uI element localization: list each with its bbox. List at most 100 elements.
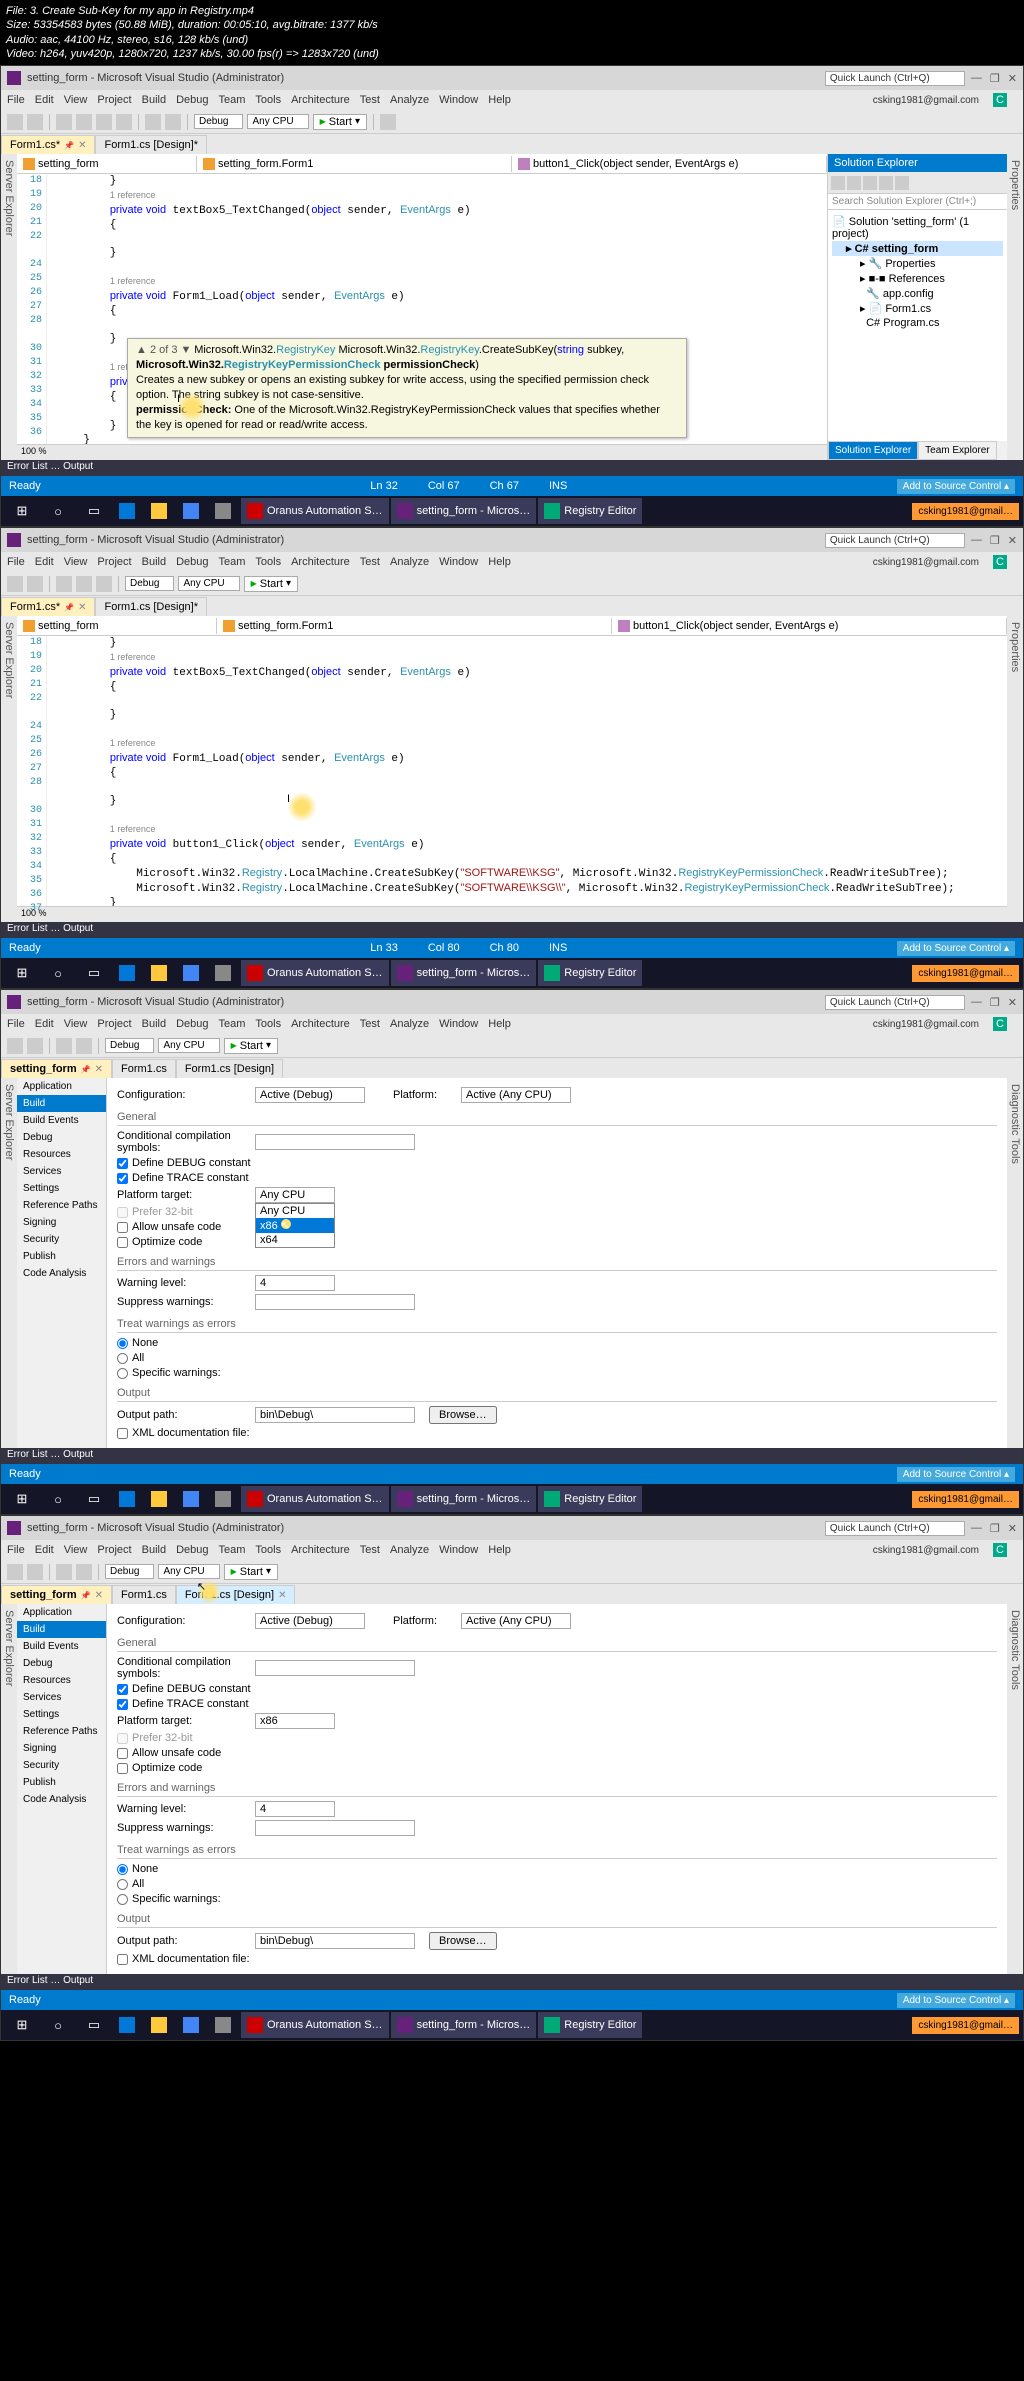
- task-oranus[interactable]: Oranus Automation S…: [241, 498, 389, 524]
- pin-icon[interactable]: 📌: [64, 141, 74, 150]
- code-editor[interactable]: 1819202122 2425262728 3031323334353637 }…: [17, 636, 1007, 906]
- props-tab-build[interactable]: Build: [17, 1095, 106, 1112]
- tb-misc[interactable]: [380, 114, 396, 130]
- cond-sym-input[interactable]: [255, 1134, 415, 1150]
- props-tab-refpaths[interactable]: Reference Paths: [17, 1197, 106, 1214]
- close-icon[interactable]: ✕: [78, 140, 86, 151]
- menu-debug[interactable]: Debug: [176, 94, 208, 106]
- minimize-button[interactable]: —: [971, 72, 982, 85]
- proj-node[interactable]: ▸ C# setting_form: [832, 241, 1003, 256]
- se-tab-team[interactable]: Team Explorer: [918, 441, 996, 460]
- task-vs[interactable]: setting_form - Micros…: [391, 498, 537, 524]
- props-tab-publish[interactable]: Publish: [17, 1248, 106, 1265]
- props-node[interactable]: ▸ 🔧 Properties: [832, 256, 1003, 271]
- tab-form1design[interactable]: Form1.cs [Design]✕ ↖: [176, 1585, 296, 1604]
- start-menu-button[interactable]: ⊞: [5, 498, 39, 524]
- xmldoc-checkbox[interactable]: [117, 1428, 128, 1439]
- platform-combo[interactable]: Any CPU: [247, 114, 308, 129]
- tab-project-props[interactable]: setting_form📌✕: [1, 1059, 112, 1078]
- menu-build[interactable]: Build: [142, 94, 166, 106]
- tab-form1cs[interactable]: Form1.cs: [112, 1059, 176, 1078]
- redo-button[interactable]: [165, 114, 181, 130]
- nav-fwd-button[interactable]: [27, 114, 43, 130]
- dd-x86[interactable]: x86 ↖: [256, 1218, 334, 1233]
- se-home-icon[interactable]: [831, 176, 845, 190]
- props-tab-debug[interactable]: Debug: [17, 1129, 106, 1146]
- task-store[interactable]: [177, 498, 207, 524]
- tab-form1design[interactable]: Form1.cs [Design]*: [95, 135, 207, 154]
- menu-architecture[interactable]: Architecture: [291, 94, 350, 106]
- sln-node[interactable]: 📄 Solution 'setting_form' (1 project): [832, 214, 1003, 241]
- menu-file[interactable]: File: [7, 94, 25, 106]
- menu-team[interactable]: Team: [219, 94, 246, 106]
- treat-none-radio[interactable]: [117, 1338, 128, 1349]
- task-regedit[interactable]: Registry Editor: [538, 498, 642, 524]
- browse-button[interactable]: Browse…: [429, 1406, 497, 1424]
- appcfg-node[interactable]: 🔧 app.config: [832, 286, 1003, 301]
- dd-anycpu[interactable]: Any CPU: [256, 1204, 334, 1218]
- system-tray[interactable]: csking1981@gmail…: [912, 503, 1019, 520]
- zoom-bar[interactable]: 100 %: [17, 444, 827, 460]
- task-explorer[interactable]: [145, 498, 175, 524]
- source-control-button[interactable]: Add to Source Control ▴: [897, 479, 1015, 494]
- treat-all-radio[interactable]: [117, 1353, 128, 1364]
- tab-form1design[interactable]: Form1.cs [Design]: [176, 1059, 283, 1078]
- nav-back-button[interactable]: [7, 114, 23, 130]
- tab-form1cs[interactable]: Form1.cs*📌✕: [1, 135, 95, 154]
- props-tab-buildevents[interactable]: Build Events: [17, 1112, 106, 1129]
- open-button[interactable]: [76, 114, 92, 130]
- unsafe-checkbox[interactable]: [117, 1222, 128, 1233]
- quick-launch-input[interactable]: Quick Launch (Ctrl+Q): [825, 533, 965, 548]
- optimize-checkbox[interactable]: [117, 1237, 128, 1248]
- menu-view[interactable]: View: [64, 94, 88, 106]
- debug-const-checkbox[interactable]: [117, 1158, 128, 1169]
- platform-combo[interactable]: Active (Any CPU): [461, 1087, 571, 1103]
- se-refresh-icon[interactable]: [847, 176, 861, 190]
- se-search-input[interactable]: Search Solution Explorer (Ctrl+;): [828, 194, 1007, 210]
- tab-project-props[interactable]: setting_form📌✕: [1, 1585, 112, 1604]
- props-tab-codeanalysis[interactable]: Code Analysis: [17, 1265, 106, 1282]
- code-editor[interactable]: 1819202122 2425262728 30313233343536 } 1…: [17, 174, 827, 444]
- props-tab-resources[interactable]: Resources: [17, 1146, 106, 1163]
- nav-class[interactable]: setting_form.Form1: [197, 156, 512, 172]
- dd-x64[interactable]: x64: [256, 1233, 334, 1247]
- properties-tab[interactable]: Properties: [1009, 160, 1021, 454]
- quick-launch-input[interactable]: Quick Launch (Ctrl+Q): [825, 71, 965, 86]
- menu-test[interactable]: Test: [360, 94, 380, 106]
- se-tree[interactable]: 📄 Solution 'setting_form' (1 project) ▸ …: [828, 210, 1007, 441]
- menu-window[interactable]: Window: [439, 94, 478, 106]
- suppress-input[interactable]: [255, 1294, 415, 1310]
- menu-help[interactable]: Help: [488, 94, 511, 106]
- taskview-button[interactable]: ▭: [77, 498, 111, 524]
- maximize-button[interactable]: ❐: [990, 72, 1000, 85]
- form1-node[interactable]: ▸ 📄 Form1.cs: [832, 301, 1003, 316]
- task-edge[interactable]: [113, 498, 143, 524]
- props-tab-signing[interactable]: Signing: [17, 1214, 106, 1231]
- props-tab-security[interactable]: Security: [17, 1231, 106, 1248]
- config-combo[interactable]: Debug: [194, 114, 243, 129]
- platform-target-combo[interactable]: x86: [255, 1713, 335, 1729]
- nav-method[interactable]: button1_Click(object sender, EventArgs e…: [512, 156, 827, 172]
- tab-form1cs[interactable]: Form1.cs*📌✕: [1, 597, 95, 616]
- tab-form1design[interactable]: Form1.cs [Design]*: [95, 597, 207, 616]
- props-tab-services[interactable]: Services: [17, 1163, 106, 1180]
- treat-specific-radio[interactable]: [117, 1368, 128, 1379]
- se-tab-sln[interactable]: Solution Explorer: [828, 441, 918, 460]
- saveall-button[interactable]: [116, 114, 132, 130]
- se-collapse-icon[interactable]: [863, 176, 877, 190]
- server-explorer-tab[interactable]: Server Explorer: [3, 160, 15, 454]
- warning-level-combo[interactable]: 4: [255, 1275, 335, 1291]
- props-tab-settings[interactable]: Settings: [17, 1180, 106, 1197]
- close-button[interactable]: ✕: [1008, 72, 1017, 85]
- platform-target-combo[interactable]: Any CPU Any CPU x86 ↖ x64: [255, 1187, 335, 1203]
- undo-button[interactable]: [145, 114, 161, 130]
- se-showall-icon[interactable]: [879, 176, 893, 190]
- nav-namespace[interactable]: setting_form: [17, 156, 197, 172]
- task-search[interactable]: [209, 498, 239, 524]
- menu-project[interactable]: Project: [97, 94, 131, 106]
- program-node[interactable]: C# Program.cs: [832, 316, 1003, 330]
- menu-edit[interactable]: Edit: [35, 94, 54, 106]
- config-combo[interactable]: Active (Debug): [255, 1087, 365, 1103]
- outpath-input[interactable]: [255, 1407, 415, 1423]
- new-button[interactable]: [56, 114, 72, 130]
